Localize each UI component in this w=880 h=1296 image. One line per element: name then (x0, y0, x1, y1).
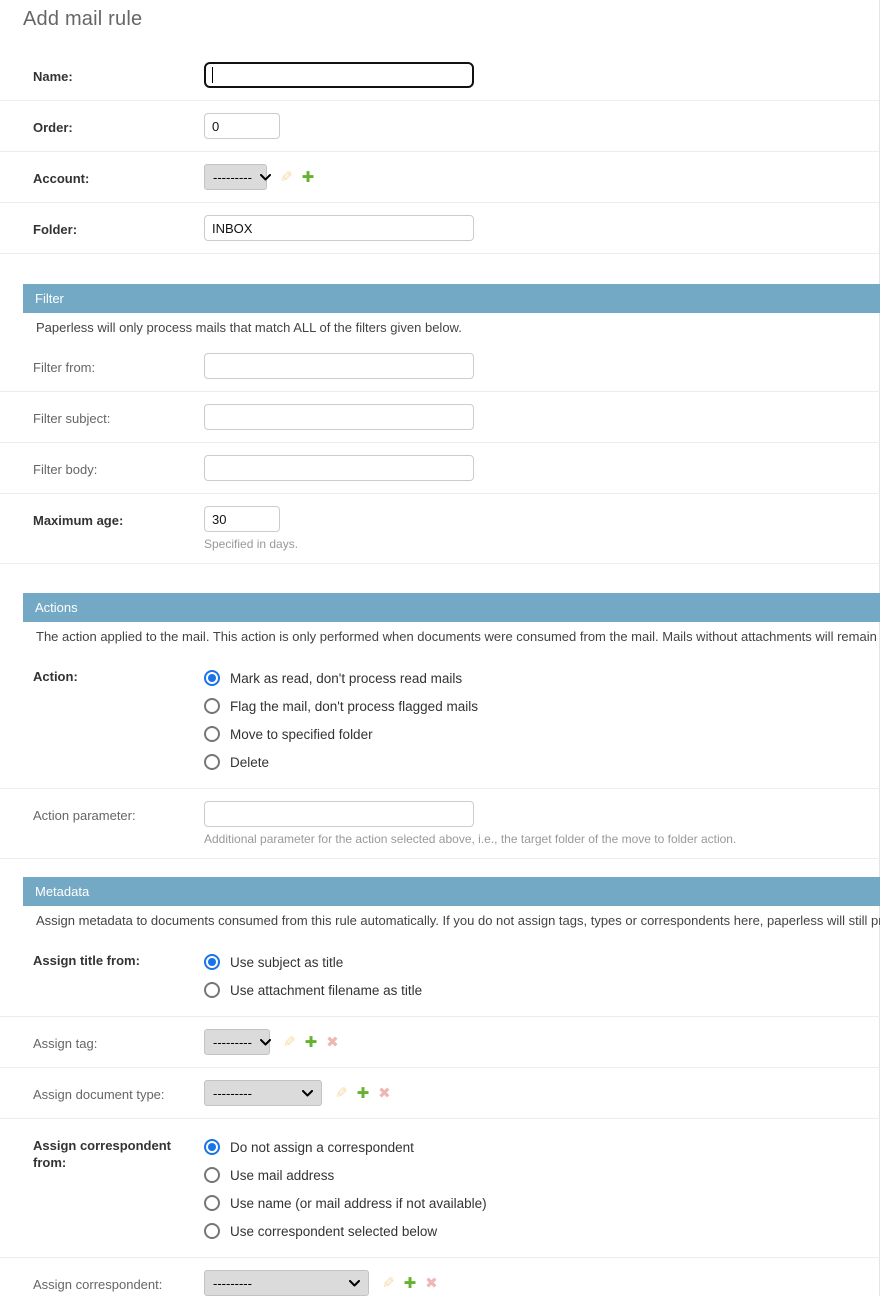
filter-subject-row: Filter subject: (0, 392, 880, 443)
radio-selected-icon[interactable] (204, 1139, 220, 1155)
filter-from-input[interactable] (204, 353, 474, 379)
radio-unselected-icon[interactable] (204, 982, 220, 998)
account-select[interactable]: --------- (204, 164, 267, 190)
filter-section-header: Filter (23, 284, 880, 313)
maximum-age-help: Specified in days. (204, 537, 880, 551)
actions-section: Actions The action applied to the mail. … (0, 593, 880, 859)
edit-document-type-icon[interactable]: ✎ (335, 1086, 348, 1101)
add-document-type-icon[interactable]: ✚ (357, 1086, 370, 1101)
assign-title-from-row: Assign title from: Use subject as title … (0, 934, 880, 1017)
correspondent-option-none[interactable]: Do not assign a correspondent (204, 1133, 880, 1161)
filter-subject-label: Filter subject: (33, 404, 204, 427)
folder-input[interactable] (204, 215, 474, 241)
assign-document-type-select-value: --------- (213, 1086, 252, 1101)
assign-correspondent-from-radio-group: Do not assign a correspondent Use mail a… (204, 1131, 880, 1245)
action-radio-group: Mark as read, don't process read mails F… (204, 662, 880, 776)
actions-section-header: Actions (23, 593, 880, 622)
account-label: Account: (33, 164, 204, 187)
radio-selected-icon[interactable] (204, 670, 220, 686)
name-row: Name: (0, 50, 880, 101)
order-row: Order: (0, 101, 880, 152)
action-parameter-label: Action parameter: (33, 801, 204, 824)
assign-correspondent-from-row: Assign correspondent from: Do not assign… (0, 1119, 880, 1258)
edit-tag-icon[interactable]: ✎ (283, 1035, 296, 1050)
account-row: Account: --------- ✎ ✚ (0, 152, 880, 203)
folder-row: Folder: (0, 203, 880, 254)
filter-body-input[interactable] (204, 455, 474, 481)
name-label: Name: (33, 62, 204, 85)
radio-unselected-icon[interactable] (204, 726, 220, 742)
assign-document-type-row: Assign document type: --------- ✎ ✚ ✖ (0, 1068, 880, 1119)
radio-unselected-icon[interactable] (204, 1195, 220, 1211)
delete-document-type-icon[interactable]: ✖ (378, 1086, 391, 1101)
folder-label: Folder: (33, 215, 204, 238)
assign-title-from-label: Assign title from: (33, 946, 204, 969)
metadata-section-help: Assign metadata to documents consumed fr… (0, 906, 880, 934)
assign-tag-row: Assign tag: --------- ✎ ✚ ✖ (0, 1017, 880, 1068)
order-label: Order: (33, 113, 204, 136)
edit-correspondent-icon[interactable]: ✎ (382, 1276, 395, 1291)
name-input[interactable] (204, 62, 474, 88)
assign-document-type-select[interactable]: --------- (204, 1080, 322, 1106)
assign-correspondent-from-label: Assign correspondent from: (33, 1131, 204, 1171)
filter-section: Filter Paperless will only process mails… (0, 284, 880, 564)
action-option-delete[interactable]: Delete (204, 748, 880, 776)
radio-unselected-icon[interactable] (204, 1223, 220, 1239)
correspondent-option-selected-below[interactable]: Use correspondent selected below (204, 1217, 880, 1245)
chevron-down-icon (302, 1090, 313, 1097)
add-mail-rule-page: Add mail rule Name: Order: Account: ----… (0, 0, 880, 1296)
radio-unselected-icon[interactable] (204, 1167, 220, 1183)
filter-body-label: Filter body: (33, 455, 204, 478)
delete-correspondent-icon[interactable]: ✖ (425, 1276, 438, 1291)
action-parameter-row: Action parameter: Additional parameter f… (0, 789, 880, 859)
assign-tag-select[interactable]: --------- (204, 1029, 270, 1055)
correspondent-option-mail-address[interactable]: Use mail address (204, 1161, 880, 1189)
actions-section-help: The action applied to the mail. This act… (0, 622, 880, 650)
add-tag-icon[interactable]: ✚ (305, 1035, 318, 1050)
filter-body-row: Filter body: (0, 443, 880, 494)
action-option-mark-read[interactable]: Mark as read, don't process read mails (204, 664, 880, 692)
chevron-down-icon (260, 174, 271, 181)
text-caret (212, 67, 213, 83)
action-parameter-help: Additional parameter for the action sele… (204, 832, 880, 846)
metadata-section-header: Metadata (23, 877, 880, 906)
page-title: Add mail rule (0, 0, 880, 31)
filter-from-label: Filter from: (33, 353, 204, 376)
title-option-attachment-filename[interactable]: Use attachment filename as title (204, 976, 880, 1004)
assign-correspondent-label: Assign correspondent: (33, 1270, 204, 1293)
assign-document-type-label: Assign document type: (33, 1080, 204, 1103)
chevron-down-icon (260, 1039, 271, 1046)
filter-section-help: Paperless will only process mails that m… (0, 313, 880, 341)
filter-from-row: Filter from: (0, 341, 880, 392)
assign-tag-select-value: --------- (213, 1035, 252, 1050)
correspondent-option-name[interactable]: Use name (or mail address if not availab… (204, 1189, 880, 1217)
assign-tag-label: Assign tag: (33, 1029, 204, 1052)
filter-subject-input[interactable] (204, 404, 474, 430)
action-row: Action: Mark as read, don't process read… (0, 650, 880, 789)
action-option-flag[interactable]: Flag the mail, don't process flagged mai… (204, 692, 880, 720)
action-label: Action: (33, 662, 204, 685)
action-option-move[interactable]: Move to specified folder (204, 720, 880, 748)
edit-account-icon[interactable]: ✎ (280, 170, 293, 185)
top-fieldset: Name: Order: Account: --------- (0, 50, 880, 254)
delete-tag-icon[interactable]: ✖ (326, 1035, 339, 1050)
radio-selected-icon[interactable] (204, 954, 220, 970)
assign-title-from-radio-group: Use subject as title Use attachment file… (204, 946, 880, 1004)
maximum-age-row: Maximum age: Specified in days. (0, 494, 880, 564)
maximum-age-input[interactable] (204, 506, 280, 532)
radio-unselected-icon[interactable] (204, 698, 220, 714)
order-input[interactable] (204, 113, 280, 139)
add-correspondent-icon[interactable]: ✚ (404, 1276, 417, 1291)
assign-correspondent-select-value: --------- (213, 1276, 252, 1291)
add-account-icon[interactable]: ✚ (302, 170, 315, 185)
action-parameter-input[interactable] (204, 801, 474, 827)
metadata-section: Metadata Assign metadata to documents co… (0, 877, 880, 1296)
maximum-age-label: Maximum age: (33, 506, 204, 529)
assign-correspondent-select[interactable]: --------- (204, 1270, 369, 1296)
title-option-subject[interactable]: Use subject as title (204, 948, 880, 976)
assign-correspondent-row: Assign correspondent: --------- ✎ ✚ ✖ (0, 1258, 880, 1296)
radio-unselected-icon[interactable] (204, 754, 220, 770)
chevron-down-icon (349, 1280, 360, 1287)
account-select-value: --------- (213, 170, 252, 185)
